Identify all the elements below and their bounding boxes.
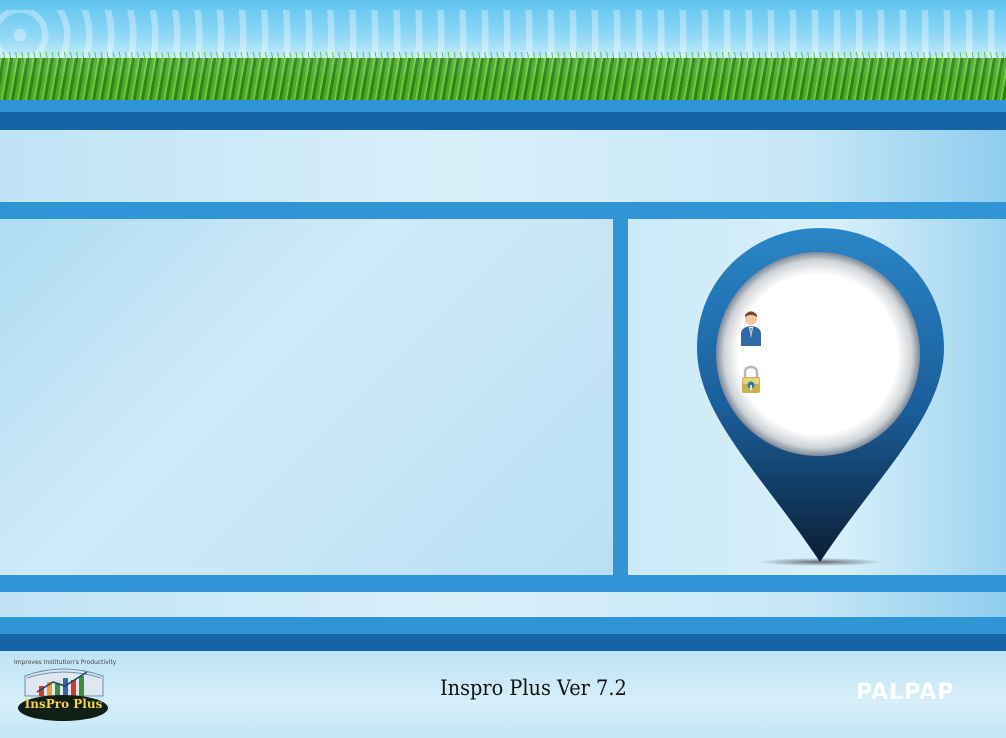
header-stripe — [0, 100, 1006, 112]
brand-logo: PALPAP — [856, 680, 955, 705]
section-divider — [0, 575, 1006, 592]
title-band — [0, 130, 1006, 202]
username-input[interactable] — [772, 319, 916, 341]
password-row — [740, 365, 916, 399]
lock-icon — [740, 365, 762, 399]
logo-name: InsPro Plus — [24, 697, 103, 711]
username-row — [740, 308, 916, 352]
inspro-logo — [17, 668, 110, 722]
footer-stripe — [0, 617, 1006, 634]
header-stripe-dark — [0, 112, 1006, 130]
grass-decoration — [0, 58, 1006, 100]
header-banner — [0, 0, 1006, 100]
panel-divider — [613, 219, 628, 575]
version-label: Inspro Plus Ver 7.2 — [440, 676, 627, 700]
password-input[interactable] — [772, 371, 916, 393]
logo-tagline: Improves Institution's Productivity — [14, 659, 117, 666]
lower-band — [0, 592, 1006, 617]
user-icon — [740, 308, 762, 352]
section-divider — [0, 202, 1006, 219]
footer-stripe-dark — [0, 634, 1006, 651]
content-panel — [0, 219, 613, 575]
